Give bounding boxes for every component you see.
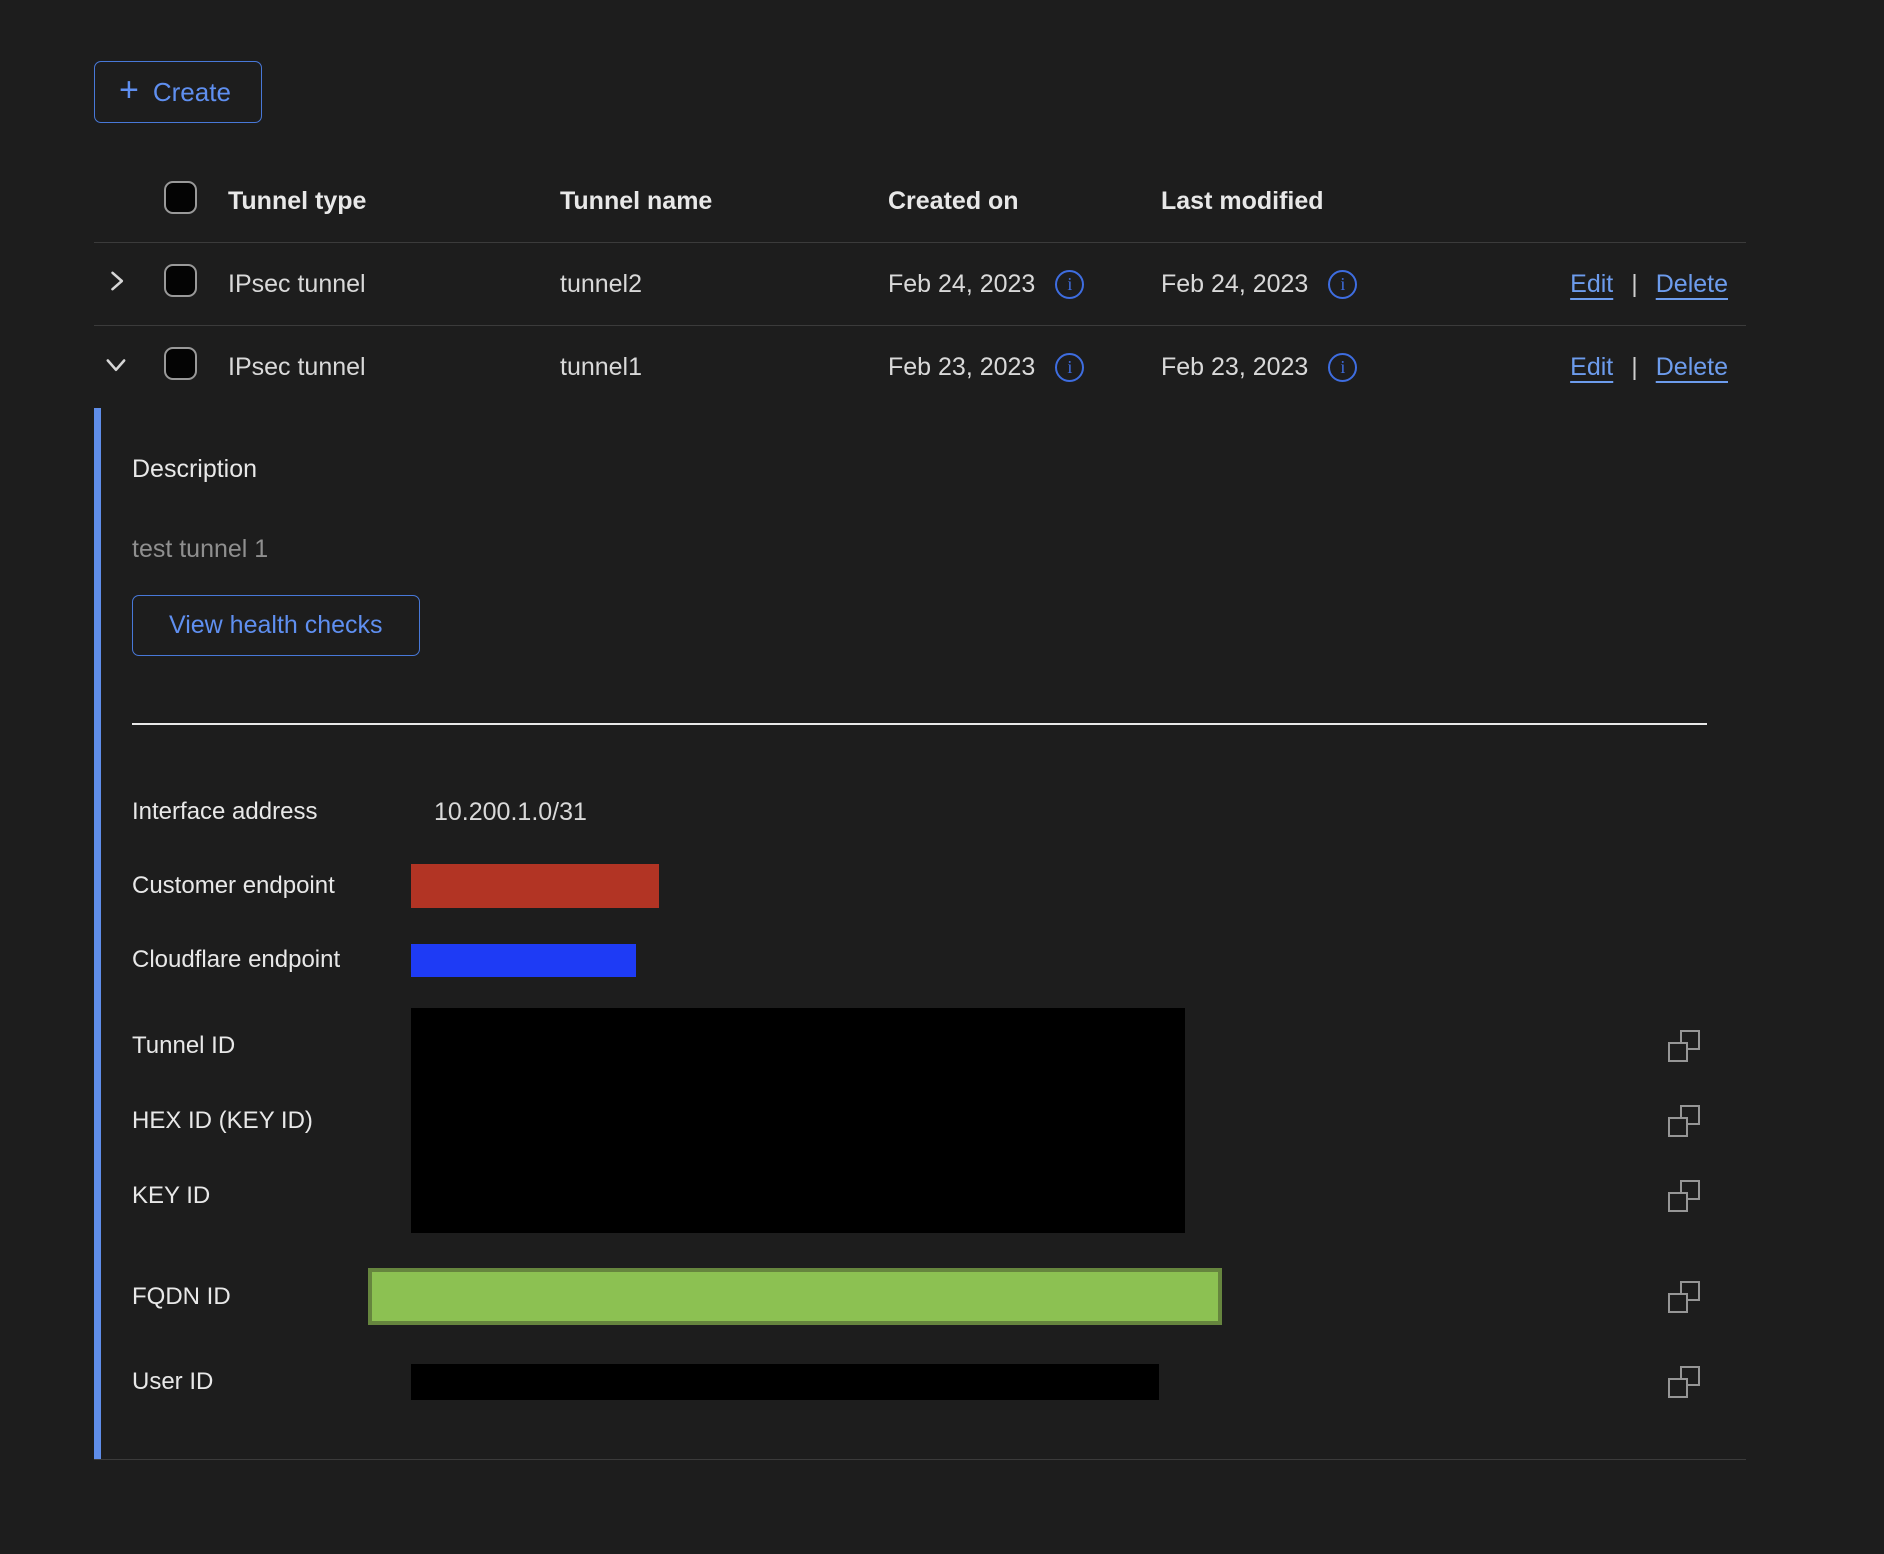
tunnels-table: Tunnel type Tunnel name Created on Last … — [94, 160, 1746, 1460]
ids-redacted-block — [411, 1008, 1185, 1233]
row-checkbox[interactable] — [164, 264, 197, 297]
key-id-label: KEY ID — [132, 1182, 411, 1210]
create-button-label: Create — [153, 77, 231, 108]
column-header-created-on: Created on — [888, 187, 1161, 216]
user-id-row: User ID — [132, 1362, 1707, 1402]
table-bottom-divider — [94, 1459, 1746, 1460]
tunnel-detail-panel: Description test tunnel 1 View health ch… — [94, 408, 1746, 1459]
user-id-label: User ID — [132, 1368, 411, 1396]
tunnel-type: IPsec tunnel — [228, 353, 560, 382]
chevron-down-icon[interactable] — [102, 350, 130, 378]
customer-endpoint-redacted-value — [411, 864, 659, 908]
user-id-redacted-value — [411, 1364, 1159, 1400]
tunnel-name: tunnel1 — [560, 353, 888, 382]
panel-divider — [132, 723, 1707, 725]
copy-icon[interactable] — [1668, 1281, 1700, 1313]
copy-icon[interactable] — [1668, 1180, 1700, 1212]
column-header-tunnel-name: Tunnel name — [560, 187, 888, 216]
edit-link[interactable]: Edit — [1570, 353, 1613, 382]
actions-separator: | — [1631, 270, 1638, 299]
info-icon[interactable]: i — [1055, 270, 1084, 299]
delete-link[interactable]: Delete — [1656, 270, 1728, 299]
table-row: IPsec tunnel tunnel2 Feb 24, 2023 i Feb … — [94, 243, 1746, 326]
copy-icon[interactable] — [1668, 1366, 1700, 1398]
column-header-last-modified: Last modified — [1161, 187, 1448, 216]
create-button[interactable]: + Create — [94, 61, 262, 123]
plus-icon: + — [119, 73, 139, 107]
fqdn-id-row: FQDN ID — [132, 1268, 1707, 1325]
customer-endpoint-row: Customer endpoint — [132, 849, 1707, 923]
tunnel-type: IPsec tunnel — [228, 270, 560, 299]
fqdn-id-redacted-value — [368, 1268, 1222, 1325]
info-icon[interactable]: i — [1055, 353, 1084, 382]
last-modified-value: Feb 24, 2023 — [1161, 270, 1308, 299]
view-health-checks-button[interactable]: View health checks — [132, 595, 420, 656]
tunnel-name: tunnel2 — [560, 270, 888, 299]
tunnels-page: + Create Tunnel type Tunnel name Created… — [0, 0, 1884, 1554]
column-header-tunnel-type: Tunnel type — [228, 187, 560, 216]
description-label: Description — [132, 455, 1746, 484]
description-text: test tunnel 1 — [132, 535, 1746, 564]
delete-link[interactable]: Delete — [1656, 353, 1728, 382]
created-on-value: Feb 24, 2023 — [888, 270, 1035, 299]
chevron-right-icon[interactable] — [102, 267, 130, 295]
select-all-checkbox[interactable] — [164, 181, 197, 214]
created-on-value: Feb 23, 2023 — [888, 353, 1035, 382]
customer-endpoint-label: Customer endpoint — [132, 872, 411, 900]
interface-address-label: Interface address — [132, 798, 411, 826]
table-header: Tunnel type Tunnel name Created on Last … — [94, 160, 1746, 243]
info-icon[interactable]: i — [1328, 353, 1357, 382]
tunnel-id-label: Tunnel ID — [132, 1032, 411, 1060]
info-icon[interactable]: i — [1328, 270, 1357, 299]
cloudflare-endpoint-label: Cloudflare endpoint — [132, 946, 411, 974]
table-row: IPsec tunnel tunnel1 Feb 23, 2023 i Feb … — [94, 326, 1746, 408]
copy-icon[interactable] — [1668, 1030, 1700, 1062]
interface-address-value: 10.200.1.0/31 — [411, 798, 587, 827]
hex-id-label: HEX ID (KEY ID) — [132, 1107, 411, 1135]
tunnel-ids-section: Tunnel ID HEX ID (KEY ID) KEY ID — [132, 1008, 1707, 1233]
cloudflare-endpoint-row: Cloudflare endpoint — [132, 923, 1707, 997]
edit-link[interactable]: Edit — [1570, 270, 1613, 299]
copy-icon[interactable] — [1668, 1105, 1700, 1137]
row-checkbox[interactable] — [164, 347, 197, 380]
last-modified-value: Feb 23, 2023 — [1161, 353, 1308, 382]
cloudflare-endpoint-redacted-value — [411, 944, 636, 977]
actions-separator: | — [1631, 353, 1638, 382]
interface-address-row: Interface address 10.200.1.0/31 — [132, 775, 1707, 849]
